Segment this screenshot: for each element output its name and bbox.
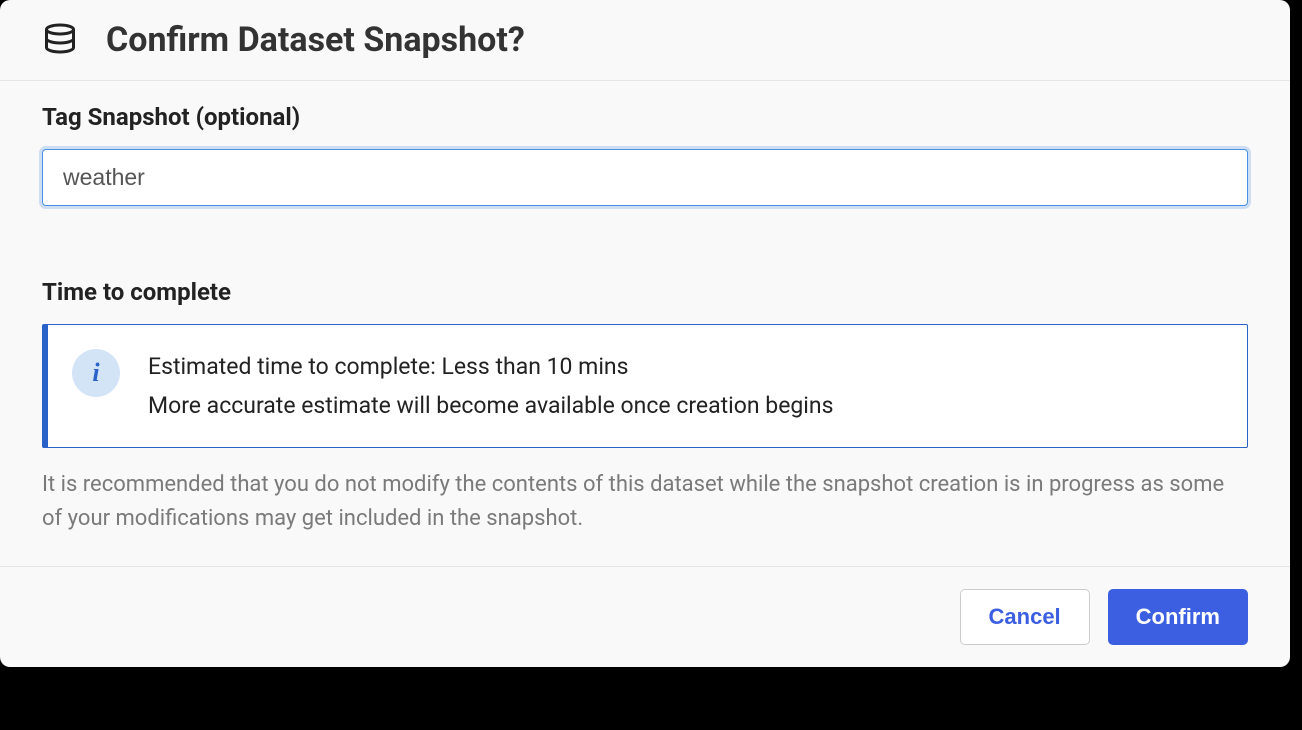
dialog-footer: Cancel Confirm [0,566,1290,667]
cancel-button[interactable]: Cancel [960,589,1090,645]
dialog-body: Tag Snapshot (optional) Time to complete… [0,81,1290,566]
info-box: i Estimated time to complete: Less than … [42,324,1248,448]
confirm-snapshot-dialog: Confirm Dataset Snapshot? Tag Snapshot (… [0,0,1290,667]
helper-text: It is recommended that you do not modify… [42,468,1248,536]
info-text: Estimated time to complete: Less than 10… [148,347,833,425]
tag-snapshot-input[interactable] [42,149,1248,206]
confirm-button[interactable]: Confirm [1108,589,1248,645]
dialog-title: Confirm Dataset Snapshot? [106,20,525,60]
info-line-1: Estimated time to complete: Less than 10… [148,347,833,386]
database-icon [42,22,78,58]
info-icon: i [72,349,120,397]
info-line-2: More accurate estimate will become avail… [148,386,833,425]
dialog-header: Confirm Dataset Snapshot? [0,0,1290,81]
tag-snapshot-label: Tag Snapshot (optional) [42,103,1248,131]
time-to-complete-label: Time to complete [42,278,1248,306]
